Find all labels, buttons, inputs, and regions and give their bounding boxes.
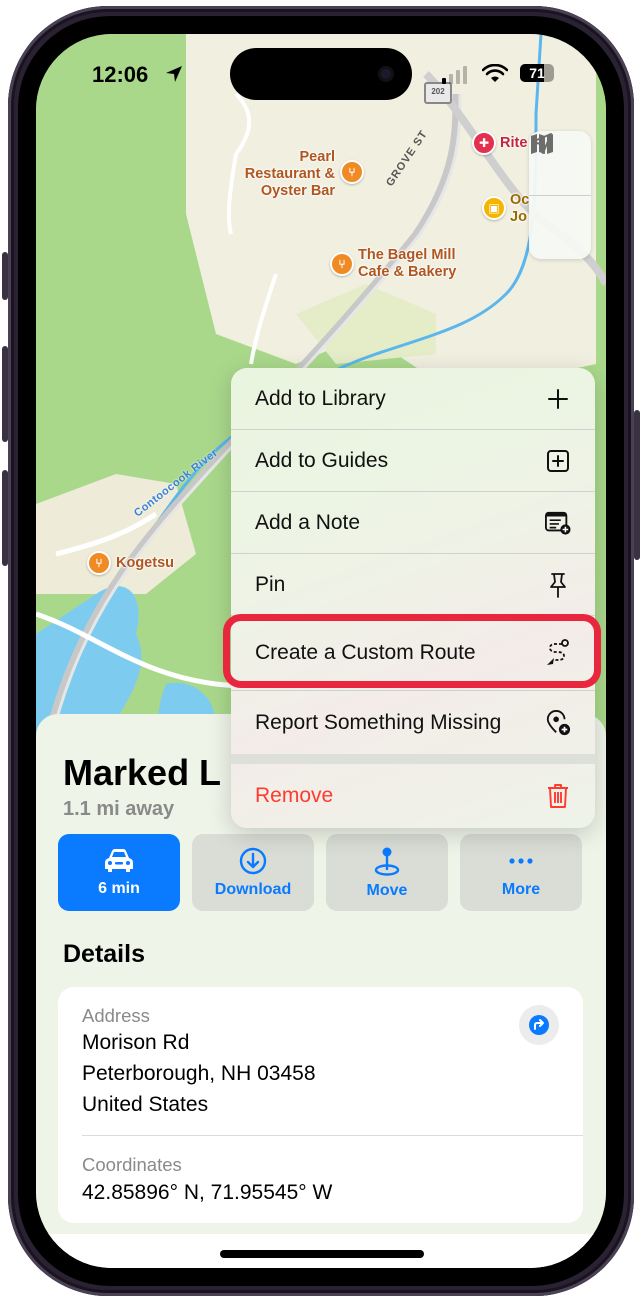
coordinates-label: Coordinates [82, 1154, 182, 1175]
address-value[interactable]: Morison Rd Peterborough, NH 03458 United… [82, 1027, 316, 1120]
ellipsis-icon [509, 857, 533, 864]
poi-label-line: Cafe & Bakery [358, 264, 457, 280]
address-line: Morison Rd [82, 1031, 190, 1054]
action-buttons: 6 min Download Move More [58, 834, 582, 911]
plus-icon [545, 386, 571, 412]
location-arrow-icon [531, 133, 552, 154]
custom-route-icon [545, 639, 571, 666]
poi-label-pearl[interactable]: Pearl Restaurant & Oyster Bar [233, 149, 335, 200]
status-bar: 12:06 71 [36, 34, 606, 104]
coordinates-value[interactable]: 42.85896° N, 71.95545° W [82, 1177, 332, 1208]
menu-item-label: Add a Note [255, 510, 361, 534]
wifi-icon [482, 64, 508, 82]
menu-item-label: Remove [255, 784, 334, 807]
menu-item-report-something-missing[interactable]: Report Something Missing [231, 692, 595, 754]
more-button[interactable]: More [460, 834, 582, 911]
menu-item-add-to-library[interactable]: Add to Library [231, 368, 595, 429]
address-line: United States [82, 1093, 209, 1116]
divider [82, 1135, 583, 1136]
screen: 202 GROVE ST Contoocook River Pearl Rest… [36, 34, 606, 1268]
menu-item-add-to-guides[interactable]: Add to Guides [231, 430, 595, 491]
action-label: More [501, 880, 541, 898]
download-button[interactable]: Download [192, 834, 314, 911]
car-icon [105, 848, 133, 872]
poi-label-kogetsu[interactable]: Kogetsu [116, 555, 174, 572]
action-label: Move [366, 881, 408, 899]
status-time: 12:06 [92, 62, 149, 87]
plus-square-icon [545, 448, 571, 474]
place-title: Marked L [63, 752, 222, 793]
pin-icon [545, 572, 571, 598]
power-button [634, 410, 640, 560]
menu-item-label: Create a Custom Route [255, 641, 476, 664]
menu-item-add-a-note[interactable]: Add a Note [231, 492, 595, 553]
pharmacy-icon[interactable]: ✚ [472, 131, 496, 155]
move-pin-icon [374, 847, 400, 876]
home-indicator[interactable] [220, 1250, 424, 1258]
restaurant-icon[interactable]: ⑂ [87, 551, 111, 575]
menu-item-remove[interactable]: Remove [231, 764, 595, 828]
place-distance: 1.1 mi away [63, 798, 175, 820]
action-button [2, 252, 8, 300]
poi-label-line: Restaurant & [244, 166, 335, 182]
report-missing-icon [545, 710, 571, 736]
shopping-bag-icon[interactable]: ▣ [482, 196, 506, 220]
map-controls [529, 131, 591, 259]
poi-label-oc-jo[interactable]: Oc Jo [510, 192, 529, 226]
menu-item-create-custom-route[interactable]: Create a Custom Route [231, 618, 595, 688]
front-camera [378, 66, 394, 82]
battery-icon: 71 [520, 64, 554, 82]
trash-icon [545, 783, 571, 809]
note-add-icon [545, 510, 571, 536]
share-directions-button[interactable] [519, 1005, 559, 1045]
download-icon [239, 847, 267, 874]
poi-label-line: Oc [510, 192, 530, 208]
poi-label-line: The Bagel Mill [358, 247, 456, 263]
divider [231, 690, 595, 691]
divider [231, 615, 595, 616]
menu-item-label: Add to Library [255, 386, 386, 410]
poi-label-line: Jo [510, 209, 527, 225]
address-line: Peterborough, NH 03458 [82, 1062, 316, 1085]
poi-label-line: Oyster Bar [260, 183, 335, 199]
battery-percent: 71 [529, 65, 545, 81]
context-menu: Add to Library Add to Guides Add a Note … [231, 368, 595, 828]
poi-label-bagel-mill[interactable]: The Bagel Mill Cafe & Bakery [358, 247, 456, 281]
move-button[interactable]: Move [326, 834, 448, 911]
menu-item-label: Pin [255, 572, 286, 596]
volume-down-button [2, 470, 8, 566]
locate-button[interactable] [529, 133, 591, 260]
poi-label-line: Pearl [299, 149, 335, 165]
restaurant-icon[interactable]: ⑂ [340, 160, 364, 184]
menu-item-pin[interactable]: Pin [231, 554, 595, 615]
details-heading: Details [63, 940, 145, 968]
poi-label-rite[interactable]: Rite [500, 135, 527, 152]
menu-section-gap [231, 754, 595, 764]
menu-item-label: Report Something Missing [255, 711, 502, 734]
action-label: Download [214, 880, 292, 898]
details-card: Address Morison Rd Peterborough, NH 0345… [58, 987, 583, 1223]
volume-up-button [2, 346, 8, 442]
action-label: 6 min [98, 879, 140, 897]
menu-item-label: Add to Guides [255, 448, 389, 472]
location-services-icon [166, 66, 182, 82]
restaurant-icon[interactable]: ⑂ [330, 252, 354, 276]
address-label: Address [82, 1005, 150, 1026]
cellular-signal-icon [442, 66, 467, 84]
directions-arrow-icon [529, 1015, 549, 1035]
directions-button[interactable]: 6 min [58, 834, 180, 911]
dynamic-island [230, 48, 412, 100]
